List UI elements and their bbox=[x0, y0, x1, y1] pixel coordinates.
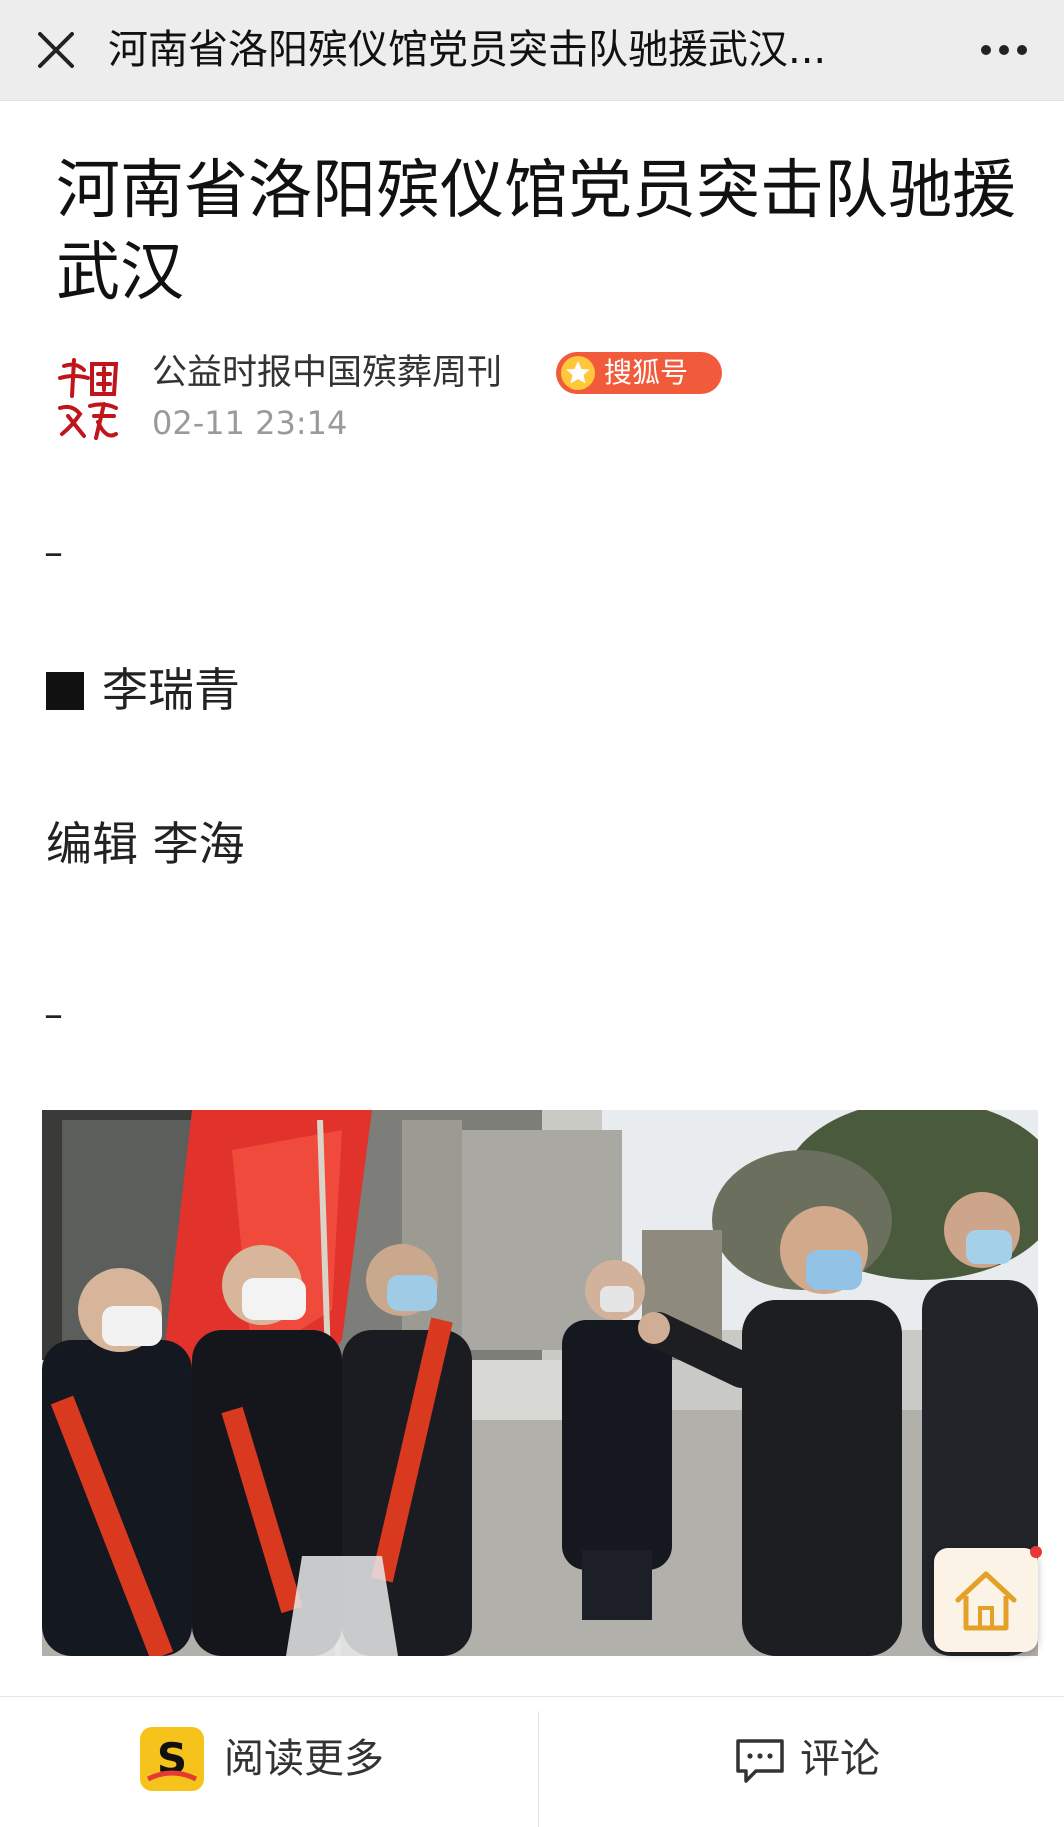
sohu-app-icon: S bbox=[140, 1727, 204, 1791]
home-icon bbox=[955, 1571, 1017, 1631]
article-title: 河南省洛阳殡仪馆党员突击队驰援武汉 bbox=[56, 154, 1016, 310]
separator-dash: – bbox=[44, 992, 63, 1036]
page-title: 河南省洛阳殡仪馆党员突击队驰援武汉... bbox=[108, 27, 827, 73]
more-button[interactable] bbox=[968, 20, 1040, 80]
close-icon bbox=[38, 32, 74, 68]
close-button[interactable] bbox=[26, 20, 86, 80]
publish-date: 02-11 23:14 bbox=[152, 404, 348, 442]
author-name: 李瑞青 bbox=[102, 663, 240, 717]
sohu-account-badge[interactable]: 搜狐号 bbox=[556, 352, 722, 394]
star-icon bbox=[560, 355, 596, 391]
top-bar: 河南省洛阳殡仪馆党员突击队驰援武汉... bbox=[0, 0, 1064, 101]
comment-label: 评论 bbox=[800, 1736, 880, 1782]
article-photo[interactable] bbox=[42, 1110, 1038, 1656]
china-funeral-logo bbox=[58, 358, 119, 440]
bottom-bar: S 阅读更多 评论 bbox=[0, 1696, 1064, 1827]
read-more-button[interactable]: S 阅读更多 bbox=[140, 1721, 460, 1797]
bottom-divider bbox=[538, 1711, 539, 1827]
square-bullet-icon bbox=[46, 672, 84, 710]
separator-dash: – bbox=[44, 530, 63, 574]
more-icon bbox=[981, 45, 1027, 55]
author-line: 李瑞青 bbox=[46, 660, 240, 720]
comment-button[interactable]: 评论 bbox=[732, 1721, 952, 1797]
editor-line: 编辑 李海 bbox=[46, 817, 245, 871]
comment-icon bbox=[732, 1731, 788, 1787]
source-logo[interactable] bbox=[54, 356, 122, 442]
source-name[interactable]: 公益时报中国殡葬周刊 bbox=[152, 348, 502, 398]
badge-label: 搜狐号 bbox=[604, 356, 689, 389]
notification-dot bbox=[1030, 1546, 1042, 1558]
read-more-label: 阅读更多 bbox=[224, 1736, 384, 1782]
home-button[interactable] bbox=[934, 1548, 1038, 1652]
